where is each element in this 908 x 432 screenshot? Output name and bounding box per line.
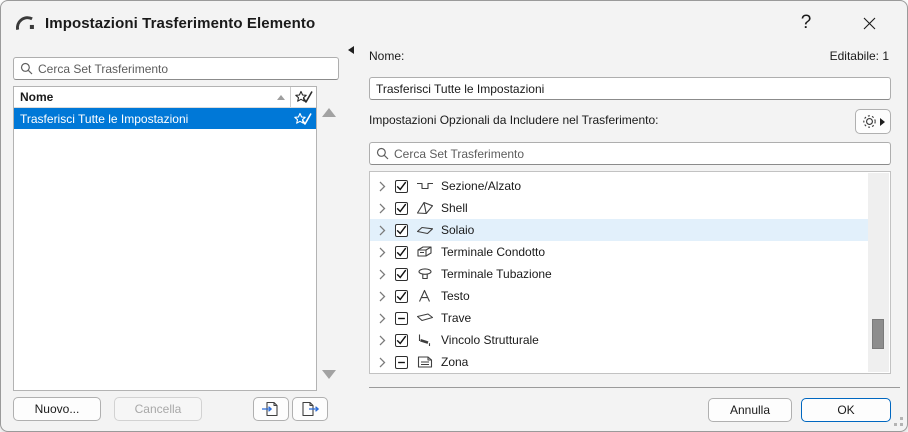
favorite-column-header[interactable] <box>290 87 316 107</box>
duct-terminal-icon <box>416 245 434 259</box>
set-name-input[interactable] <box>376 81 884 96</box>
chevron-right-icon[interactable] <box>379 203 386 214</box>
row-checkbox[interactable] <box>395 333 408 347</box>
chevron-right-icon[interactable] <box>379 181 386 192</box>
transfer-set-search-input[interactable] <box>38 61 332 76</box>
chevron-right-icon[interactable] <box>379 247 386 258</box>
tree-row[interactable]: Terminale Condotto <box>370 241 868 263</box>
tree-row-label: Testo <box>441 289 470 303</box>
row-checkbox[interactable] <box>395 267 408 281</box>
editable-count-label: Editabile: 1 <box>829 49 889 63</box>
beam-icon <box>416 311 434 325</box>
transfer-set-list-item[interactable]: Trasferisci Tutte le Impostazioni <box>14 108 316 129</box>
row-checkbox[interactable] <box>395 179 408 193</box>
footer-divider <box>369 387 900 388</box>
structural-restraint-icon <box>416 333 434 347</box>
new-button[interactable]: Nuovo... <box>13 397 101 421</box>
scroll-up-icon[interactable] <box>322 108 336 117</box>
name-label: Nome: <box>369 49 405 63</box>
chevron-right-icon[interactable] <box>379 357 386 368</box>
dialog-title: Impostazioni Trasferimento Elemento <box>45 15 316 32</box>
chevron-right-icon[interactable] <box>379 225 386 236</box>
tree-row[interactable]: Vincolo Strutturale <box>370 329 868 351</box>
row-checkbox[interactable] <box>395 245 408 259</box>
row-checkbox[interactable] <box>395 223 408 237</box>
tree-row-label: Terminale Tubazione <box>441 267 552 281</box>
tree-row-label: Sezione/Alzato <box>441 179 522 193</box>
list-header[interactable]: Nome <box>14 87 316 108</box>
tree-row-label: Zona <box>441 355 469 369</box>
transfer-set-list: Nome Trasferisci Tutte le Impostazioni <box>13 86 317 391</box>
element-transfer-settings-dialog: Impostazioni Trasferimento Elemento ? No… <box>0 0 908 432</box>
sort-ascending-icon <box>277 94 285 100</box>
search-icon <box>20 62 33 75</box>
tree-row[interactable]: Shell <box>370 197 868 219</box>
optional-settings-tree: Sezione/Alzato Shell Solaio Terminale Co… <box>369 171 891 374</box>
tree-row[interactable]: Trave <box>370 307 868 329</box>
tree-row[interactable]: Sezione/Alzato <box>370 175 868 197</box>
tree-row-label: Shell <box>441 201 468 215</box>
tree-row-label: Solaio <box>441 223 475 237</box>
app-icon <box>14 12 36 34</box>
ok-button[interactable]: OK <box>801 398 891 422</box>
row-checkbox[interactable] <box>395 311 408 325</box>
pipe-terminal-icon <box>416 267 434 281</box>
transfer-set-search[interactable] <box>13 57 339 80</box>
close-icon[interactable] <box>854 9 884 37</box>
tree-scrollbar-thumb[interactable] <box>872 319 884 349</box>
row-checkbox[interactable] <box>395 289 408 303</box>
zone-icon <box>416 355 434 369</box>
optional-settings-search[interactable] <box>369 142 891 165</box>
tree-row-label: Vincolo Strutturale <box>441 333 539 347</box>
tree-row[interactable]: Terminale Tubazione <box>370 263 868 285</box>
chevron-right-icon[interactable] <box>379 335 386 346</box>
search-icon <box>376 147 389 160</box>
tree-row[interactable]: Zona <box>370 351 868 372</box>
panel-collapse-icon[interactable] <box>348 46 354 54</box>
delete-button: Cancella <box>114 397 202 421</box>
text-icon <box>416 289 434 303</box>
help-button[interactable]: ? <box>792 9 820 37</box>
import-set-icon[interactable] <box>253 397 289 421</box>
row-checkbox[interactable] <box>395 355 408 369</box>
optional-settings-search-input[interactable] <box>394 146 884 161</box>
tree-row-label: Terminale Condotto <box>441 245 546 259</box>
chevron-right-icon[interactable] <box>379 313 386 324</box>
menu-arrow-icon <box>880 117 885 126</box>
slab-icon <box>416 223 434 237</box>
settings-menu-button[interactable] <box>855 109 891 134</box>
gear-icon <box>861 113 878 130</box>
shell-icon <box>416 201 434 215</box>
star-check-icon[interactable] <box>290 112 316 126</box>
chevron-right-icon[interactable] <box>379 269 386 280</box>
tree-row-label: Trave <box>441 311 472 325</box>
tree-row[interactable]: Solaio <box>370 219 868 241</box>
tree-scrollbar[interactable] <box>868 173 889 372</box>
export-set-icon[interactable] <box>292 397 328 421</box>
tree-row[interactable]: Testo <box>370 285 868 307</box>
set-name-field[interactable] <box>369 77 891 100</box>
chevron-right-icon[interactable] <box>379 291 386 302</box>
section-elevation-icon <box>416 179 434 193</box>
list-item-label: Trasferisci Tutte le Impostazioni <box>20 111 189 126</box>
cancel-button[interactable]: Annulla <box>708 398 792 422</box>
optional-settings-label: Impostazioni Opzionali da Includere nel … <box>369 113 659 127</box>
row-checkbox[interactable] <box>395 201 408 215</box>
name-column-header[interactable]: Nome <box>14 90 277 104</box>
scroll-down-icon[interactable] <box>322 370 336 379</box>
